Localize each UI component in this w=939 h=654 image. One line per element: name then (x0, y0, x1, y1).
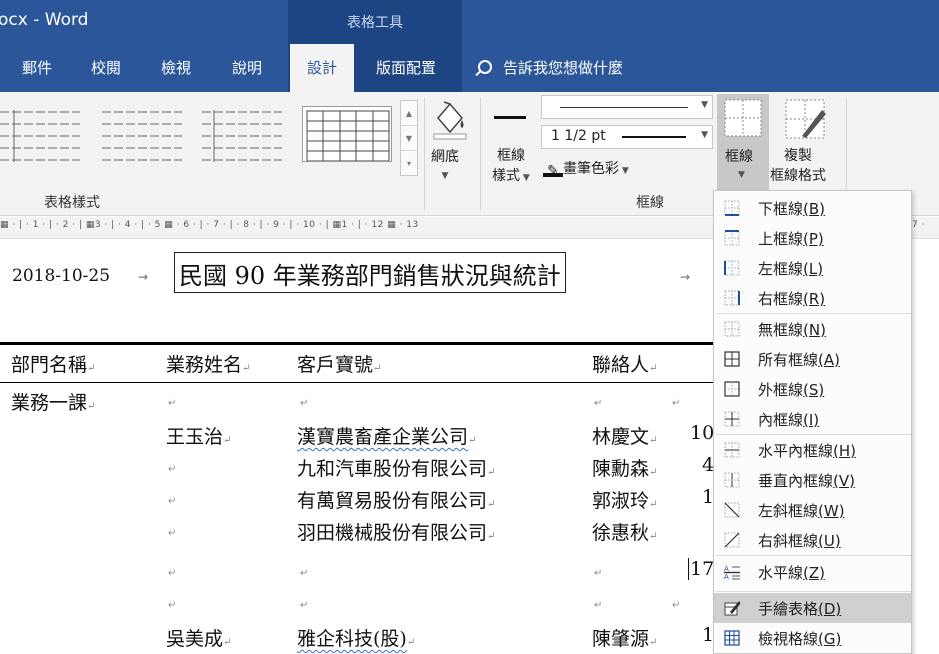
doc-date: 2018-10-25 (12, 266, 111, 286)
menu-item-no-border[interactable]: 無框線(N) (714, 314, 911, 344)
line-weight-select[interactable]: 1 1/2 pt ▼ (541, 125, 713, 149)
diagonal-down-border-icon (724, 502, 740, 518)
word-window: ocx - Word 表格工具 郵件 校閱 檢視 說明 設計 版面配置 告訴我您… (0, 0, 939, 654)
diagonal-up-border-icon (724, 532, 740, 548)
chevron-down-icon: ▼ (701, 130, 708, 140)
chevron-down-icon: ▼ (701, 100, 708, 110)
window-title: ocx - Word (0, 10, 89, 30)
menu-item-view-gridlines[interactable]: 檢視格線(G) (714, 623, 911, 653)
style-gallery-scroll[interactable]: ▲ ▼ ▾ (400, 100, 418, 176)
svg-text:A: A (724, 565, 729, 573)
borders-button[interactable]: 框線 ▼ (717, 94, 769, 190)
border-styles-button[interactable]: 框線 樣式 ▼ (492, 146, 530, 188)
table-tools-band: 表格工具 (288, 0, 462, 44)
tab-review[interactable]: 校閱 (91, 44, 121, 92)
header-salesperson: 業務姓名↵ (166, 354, 251, 376)
inside-horizontal-border-icon (724, 442, 740, 458)
doc-title: 民國 90 年業務部門銷售狀況與統計 (174, 252, 566, 293)
horizontal-line-icon: AA (724, 565, 740, 580)
menu-item-diagonal-up-border[interactable]: 右斜框線(U) (714, 525, 911, 555)
border-styles-icon (494, 116, 526, 119)
gallery-down-icon[interactable]: ▼ (401, 126, 417, 151)
group-label-borders: 框線 (636, 195, 664, 211)
left-border-icon (724, 260, 740, 276)
menu-item-right-border[interactable]: 右框線(R) (714, 283, 911, 313)
table-row: 有萬貿易股份有限公司↵ (297, 490, 496, 512)
tab-mark: → (138, 270, 149, 284)
chevron-down-icon: ▼ (441, 171, 449, 181)
table-row: 王玉治↵ (166, 426, 232, 448)
tab-mailings[interactable]: 郵件 (22, 44, 52, 92)
table-row: 羽田機械股份有限公司↵ (297, 522, 496, 544)
shading-bucket-icon[interactable] (428, 96, 472, 140)
table-tools-label: 表格工具 (347, 15, 403, 31)
table-style-thumb-1[interactable] (0, 106, 86, 162)
chevron-down-icon: ▼ (738, 170, 745, 180)
all-borders-icon (724, 351, 740, 367)
inside-borders-icon (724, 411, 740, 427)
menu-item-inside-horizontal-border[interactable]: 水平內框線(H) (714, 435, 911, 465)
menu-item-outside-borders[interactable]: 外框線(S) (714, 374, 911, 404)
line-style-select[interactable]: ▼ (541, 95, 713, 119)
search-icon[interactable] (478, 60, 492, 74)
table-style-thumb-3[interactable] (200, 106, 286, 162)
header-customer: 客戶寶號↵ (297, 354, 382, 376)
table-row: 17 (688, 558, 715, 580)
tab-view[interactable]: 檢視 (161, 44, 191, 92)
svg-text:A: A (724, 573, 729, 580)
table-top-border (0, 342, 715, 345)
menu-item-diagonal-down-border[interactable]: 左斜框線(W) (714, 495, 911, 525)
pen-icon: ✎ (543, 163, 563, 179)
menu-item-horizontal-line[interactable]: AA 水平線(Z) (714, 557, 911, 587)
tab-design[interactable]: 設計 (290, 44, 354, 92)
pen-color-button[interactable]: ✎ 畫筆色彩 ▼ (543, 158, 629, 179)
group-label-table-styles: 表格樣式 (44, 195, 100, 211)
table-style-thumb-grid[interactable] (302, 106, 392, 162)
table-header-border (0, 382, 715, 383)
menu-item-draw-table[interactable]: 手繪表格(D) (714, 593, 911, 623)
menu-item-all-borders[interactable]: 所有框線(A) (714, 344, 911, 374)
top-border-icon (724, 230, 740, 246)
tab-layout[interactable]: 版面配置 (376, 44, 436, 92)
shading-button[interactable]: 網底 ▼ (431, 146, 459, 182)
borders-icon (724, 99, 762, 137)
inside-vertical-border-icon (724, 472, 740, 488)
gallery-up-icon[interactable]: ▲ (401, 101, 417, 126)
title-bar: ocx - Word 表格工具 (0, 0, 939, 44)
menu-item-left-border[interactable]: 左框線(L) (714, 253, 911, 283)
right-border-icon (724, 290, 740, 306)
menu-item-bottom-border[interactable]: 下框線(B) (714, 193, 911, 223)
borders-dropdown-menu: 下框線(B) 上框線(P) 左框線(L) 右框線(R) 無框線(N) 所有框線(… (713, 190, 912, 654)
tell-me-box[interactable]: 告訴我您想做什麼 (503, 44, 623, 92)
bottom-border-icon (724, 200, 740, 216)
menu-item-inside-vertical-border[interactable]: 垂直內框線(V) (714, 465, 911, 495)
gallery-more-icon[interactable]: ▾ (401, 151, 417, 176)
ribbon-tab-bar: 郵件 校閱 檢視 說明 設計 版面配置 告訴我您想做什麼 (0, 44, 939, 92)
table-row: 吳美成↵ (166, 628, 232, 650)
view-gridlines-icon (724, 630, 740, 646)
border-painter-button[interactable]: 複製 框線格式 (770, 146, 826, 186)
menu-item-inside-borders[interactable]: 內框線(I) (714, 404, 911, 434)
table-style-thumb-2[interactable] (100, 106, 186, 162)
header-contact: 聯絡人↵ (592, 354, 658, 376)
draw-table-icon (724, 601, 740, 616)
table-row: 九和汽車股份有限公司↵ (297, 458, 496, 480)
border-painter-icon[interactable] (784, 98, 828, 142)
cell-department: 業務一課↵ (11, 392, 96, 414)
header-department: 部門名稱↵ (11, 354, 96, 376)
tab-mark: → (680, 270, 691, 284)
outside-borders-icon (724, 381, 740, 397)
no-border-icon (724, 321, 740, 337)
tab-help[interactable]: 說明 (232, 44, 262, 92)
menu-item-top-border[interactable]: 上框線(P) (714, 223, 911, 253)
